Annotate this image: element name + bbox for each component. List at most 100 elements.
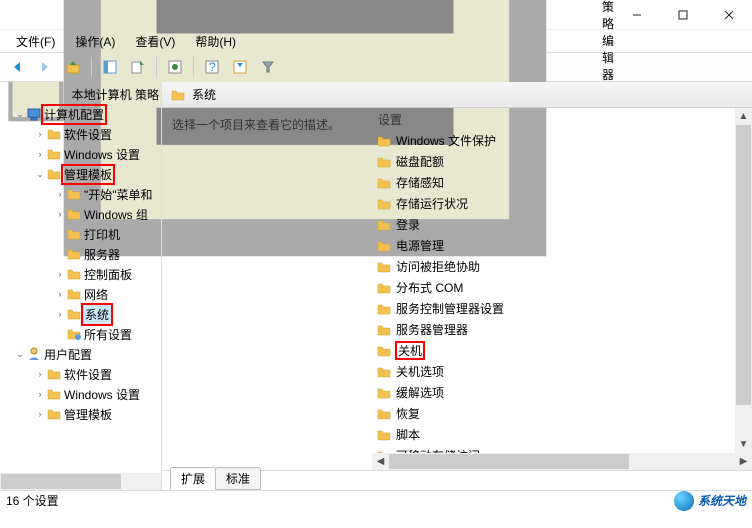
folder-icon [46,166,62,182]
list-item[interactable]: 关机选项 [372,361,752,382]
expand-arrow-icon[interactable]: › [54,268,66,280]
menu-file[interactable]: 文件(F) [6,31,65,52]
expand-arrow-icon[interactable]: ⌄ [14,348,26,360]
tree-all-settings[interactable]: 所有设置 [0,324,161,344]
tree-control-panel[interactable]: › 控制面板 [0,264,161,284]
tree-user-config[interactable]: ⌄ 用户配置 [0,344,161,364]
tree-u-software[interactable]: › 软件设置 [0,364,161,384]
details-pane: 系统 选择一个项目来查看它的描述。 设置 Windows 文件保护磁盘配额存储感… [162,82,752,490]
tree-label: 打印机 [82,225,122,244]
statusbar: 16 个设置 系统天地 [0,490,752,510]
expand-arrow-icon[interactable]: › [34,368,46,380]
list-vertical-scrollbar[interactable]: ▲ ▼ [735,108,752,453]
list-item-label: 关机选项 [396,363,444,380]
export-button[interactable] [125,55,151,79]
tree-label: 软件设置 [62,365,114,384]
tree-printers[interactable]: 打印机 [0,224,161,244]
up-button[interactable] [60,55,86,79]
list-item[interactable]: 关机 [372,340,752,361]
settings-column-header[interactable]: 设置 [372,108,752,130]
list-item[interactable]: 存储感知 [372,172,752,193]
list-item[interactable]: Windows 文件保护 [372,130,752,151]
back-button[interactable] [4,55,30,79]
tree-root[interactable]: 本地计算机 策略 [0,84,161,104]
folder-icon [376,364,392,380]
folder-icon [66,306,82,322]
folder-icon [376,406,392,422]
properties-button[interactable] [162,55,188,79]
scroll-right-icon[interactable]: ▶ [735,453,752,470]
tree-network[interactable]: › 网络 [0,284,161,304]
folder-icon [46,146,62,162]
expand-arrow-icon[interactable]: › [34,148,46,160]
expand-arrow-icon[interactable]: › [54,288,66,300]
folder-icon [376,133,392,149]
folder-icon [376,385,392,401]
watermark-text: 系统天地 [698,492,746,509]
tree-label: 本地计算机 策略 [70,85,161,104]
scrollbar-thumb[interactable] [389,454,629,469]
menu-help[interactable]: 帮助(H) [185,31,246,52]
tab-extended[interactable]: 扩展 [170,467,216,490]
minimize-button[interactable] [614,0,660,30]
maximize-button[interactable] [660,0,706,30]
tab-standard[interactable]: 标准 [215,467,261,490]
expand-arrow-icon[interactable]: ⌄ [14,108,26,120]
toolbar-separator [91,57,92,77]
folder-icon [376,154,392,170]
expand-arrow-icon[interactable]: › [54,208,66,220]
expand-arrow-icon[interactable]: › [34,388,46,400]
spacer [54,248,66,260]
computer-icon [26,106,42,122]
folder-icon [170,87,186,103]
expand-arrow-icon[interactable]: › [34,128,46,140]
scroll-up-icon[interactable]: ▲ [735,108,752,125]
list-item[interactable]: 电源管理 [372,235,752,256]
tree-admin-templates[interactable]: ⌄ 管理模板 [0,164,161,184]
list-item[interactable]: 缓解选项 [372,382,752,403]
folder-icon [66,246,82,262]
tree-windows-settings[interactable]: › Windows 设置 [0,144,161,164]
tree-server[interactable]: 服务器 [0,244,161,264]
list-item[interactable]: 登录 [372,214,752,235]
content: 本地计算机 策略 ⌄ 计算机配置 › 软件设置 › Windows 设置 ⌄ 管… [0,82,752,490]
expand-arrow-icon[interactable]: › [54,308,66,320]
expand-arrow-icon[interactable]: ⌄ [34,168,46,180]
list-horizontal-scrollbar[interactable]: ◀ ▶ [372,453,752,470]
tree-horizontal-scrollbar[interactable] [0,473,161,490]
list-item[interactable]: 访问被拒绝协助 [372,256,752,277]
filter-button[interactable] [255,55,281,79]
folder-icon [376,259,392,275]
list-item[interactable]: 服务器管理器 [372,319,752,340]
scroll-left-icon[interactable]: ◀ [372,453,389,470]
list-item[interactable]: 存储运行状况 [372,193,752,214]
show-hide-tree-button[interactable] [97,55,123,79]
tree-windows-components[interactable]: › Windows 组 [0,204,161,224]
tree-system[interactable]: › 系统 [0,304,161,324]
tree-label: Windows 组 [82,205,150,224]
folder-icon [46,386,62,402]
list-item[interactable]: 磁盘配额 [372,151,752,172]
forward-button[interactable] [32,55,58,79]
expand-arrow-icon[interactable]: › [34,408,46,420]
list-item[interactable]: 分布式 COM [372,277,752,298]
tree-u-admin[interactable]: › 管理模板 [0,404,161,424]
scrollbar-thumb[interactable] [1,474,121,489]
details-header: 系统 [162,82,752,108]
list-item[interactable]: 脚本 [372,424,752,445]
folder-icon [46,366,62,382]
scroll-down-icon[interactable]: ▼ [735,436,752,453]
tree-start-menu[interactable]: › "开始"菜单和 [0,184,161,204]
help-button-tool[interactable]: ? [199,55,225,79]
expand-arrow-icon[interactable]: › [54,188,66,200]
tree-label: 管理模板 [62,165,114,184]
filter-options-button[interactable] [227,55,253,79]
menu-view[interactable]: 查看(V) [125,31,185,52]
list-item[interactable]: 恢复 [372,403,752,424]
list-item[interactable]: 服务控制管理器设置 [372,298,752,319]
globe-icon [674,491,694,511]
tree-u-windows[interactable]: › Windows 设置 [0,384,161,404]
close-button[interactable] [706,0,752,30]
scrollbar-thumb[interactable] [736,125,751,405]
menu-action[interactable]: 操作(A) [65,31,125,52]
